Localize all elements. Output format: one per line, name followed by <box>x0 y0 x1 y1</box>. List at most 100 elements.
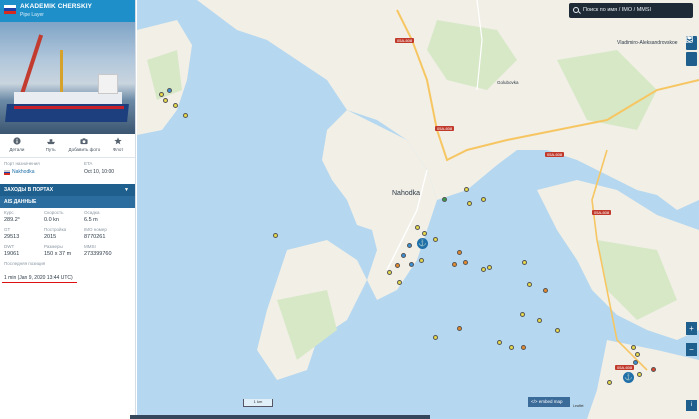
vessel-marker[interactable] <box>464 187 469 192</box>
map-type-button[interactable] <box>686 36 697 66</box>
vessel-marker[interactable] <box>395 263 400 268</box>
vessel-marker[interactable] <box>409 262 414 267</box>
vessel-marker[interactable] <box>387 270 392 275</box>
ship-route-icon <box>46 137 55 145</box>
route-button[interactable]: Путь <box>35 137 67 157</box>
vessel-photo[interactable] <box>0 22 135 134</box>
vessel-marker[interactable] <box>522 260 527 265</box>
zoom-out-button[interactable]: − <box>686 343 697 356</box>
vessel-marker[interactable] <box>497 340 502 345</box>
embed-map-button[interactable]: </> embed map <box>528 397 570 407</box>
vessel-marker[interactable] <box>273 233 278 238</box>
last-position-value: 1 min (Jan 9, 2020 13:44 UTC) <box>0 273 77 283</box>
dwt-label: DWT <box>4 244 15 249</box>
vessel-marker[interactable] <box>401 253 406 258</box>
road-badge: 05A-608 <box>395 38 415 43</box>
russia-flag-icon <box>4 169 10 175</box>
add-photo-label: Добавить фото <box>68 147 101 152</box>
anchor-icon[interactable]: ⚓ <box>623 372 634 383</box>
map-icon <box>686 36 693 43</box>
vessel-marker[interactable] <box>457 326 462 331</box>
vessel-marker[interactable] <box>163 98 168 103</box>
vessel-marker[interactable] <box>452 262 457 267</box>
ais-title: AIS ДАННЫЕ <box>4 199 37 205</box>
vessel-search-input[interactable]: Поиск по имя / IMO / MMSI <box>569 3 693 18</box>
vessel-marker[interactable] <box>457 250 462 255</box>
vessel-marker[interactable] <box>521 345 526 350</box>
info-icon <box>13 137 21 145</box>
course-value: 289.2° <box>4 217 20 223</box>
vessel-marker[interactable] <box>555 328 560 333</box>
course-label: Курс <box>4 210 14 215</box>
ship-crane-shape <box>20 34 44 95</box>
vessel-marker[interactable] <box>467 201 472 206</box>
ais-row: Курс 289.2° Скорость 0.0 kn Осадка 6.5 m <box>4 209 131 226</box>
eta-value: Oct 10, 10:00 <box>84 169 115 175</box>
draught-label: Осадка <box>84 210 100 215</box>
add-photo-button[interactable]: Добавить фото <box>68 137 100 157</box>
anchor-icon[interactable]: ⚓ <box>417 238 428 249</box>
ais-data-grid: Курс 289.2° Скорость 0.0 kn Осадка 6.5 m… <box>0 208 135 261</box>
draught-value: 6.5 m <box>84 217 98 223</box>
vessel-marker[interactable] <box>167 88 172 93</box>
vessel-marker[interactable] <box>433 237 438 242</box>
land-southeast <box>587 340 699 419</box>
vessel-marker[interactable] <box>520 312 525 317</box>
destination-port-link[interactable]: Nakhodka <box>4 169 35 175</box>
ais-row: DWT 19061 Размеры 150 x 37 m MMSI 273399… <box>4 243 131 260</box>
vessel-marker[interactable] <box>407 243 412 248</box>
fleet-button[interactable]: Флот <box>102 137 134 157</box>
map-canvas[interactable] <box>137 0 699 419</box>
speed-value: 0.0 kn <box>44 217 59 223</box>
vessel-marker[interactable] <box>183 113 188 118</box>
details-label: Детали <box>9 147 25 152</box>
vessel-marker[interactable] <box>442 197 447 202</box>
vessel-marker[interactable] <box>635 352 640 357</box>
map-info-button[interactable]: i <box>686 400 697 411</box>
port-calls-section-header[interactable]: ЗАХОДЫ В ПОРТАХ ▼ <box>0 184 135 196</box>
vessel-marker[interactable] <box>433 335 438 340</box>
ship-mast-shape <box>60 50 63 94</box>
vessel-marker[interactable] <box>481 197 486 202</box>
vessel-marker[interactable] <box>397 280 402 285</box>
fleet-label: Флот <box>112 147 124 152</box>
eta-label: ETA <box>84 161 93 166</box>
vessel-marker[interactable] <box>487 265 492 270</box>
vessel-marker[interactable] <box>633 360 638 365</box>
zoom-controls: + − <box>686 322 697 364</box>
vessel-marker[interactable] <box>537 318 542 323</box>
road-badge: 05A-608 <box>592 210 612 215</box>
details-button[interactable]: Детали <box>1 137 33 157</box>
vessel-marker[interactable] <box>159 92 164 97</box>
port-calls-title: ЗАХОДЫ В ПОРТАХ <box>4 187 54 193</box>
vessel-marker[interactable] <box>481 267 486 272</box>
mmsi-value: 273399760 <box>84 251 112 257</box>
vessel-marker[interactable] <box>509 345 514 350</box>
ais-section-header[interactable]: AIS ДАННЫЕ <box>0 196 135 208</box>
ship-bridge-shape <box>98 74 118 94</box>
size-label: Размеры <box>44 244 63 249</box>
vessel-marker[interactable] <box>543 288 548 293</box>
scale-bar: 1 km <box>243 399 273 407</box>
dwt-value: 19061 <box>4 251 20 257</box>
map-view[interactable]: ⚓ ⚓ 05A-608 05A-608 05A-608 05A-608 05A-6… <box>137 0 699 419</box>
gt-value: 29513 <box>4 234 20 240</box>
ais-row: GT 29513 Постройка 2015 IMO номер 877026… <box>4 226 131 243</box>
russia-flag-icon <box>4 5 16 14</box>
vessel-marker[interactable] <box>637 372 642 377</box>
map-attribution[interactable]: Leaflet <box>573 404 584 408</box>
vessel-actions: Детали Путь Добавить фото Флот <box>0 134 135 158</box>
vessel-marker[interactable] <box>419 258 424 263</box>
app-root: AKADEMIK CHERSKIY Pipe Layer Детали Путь… <box>0 0 699 419</box>
vessel-marker[interactable] <box>651 367 656 372</box>
vessel-marker[interactable] <box>631 345 636 350</box>
vessel-marker[interactable] <box>463 260 468 265</box>
vessel-marker[interactable] <box>607 380 612 385</box>
vessel-marker[interactable] <box>173 103 178 108</box>
vessel-marker[interactable] <box>527 282 532 287</box>
vessel-marker[interactable] <box>415 225 420 230</box>
zoom-in-button[interactable]: + <box>686 322 697 335</box>
vessel-marker[interactable] <box>422 231 427 236</box>
bottom-strip <box>130 415 430 419</box>
gt-label: GT <box>4 227 11 232</box>
